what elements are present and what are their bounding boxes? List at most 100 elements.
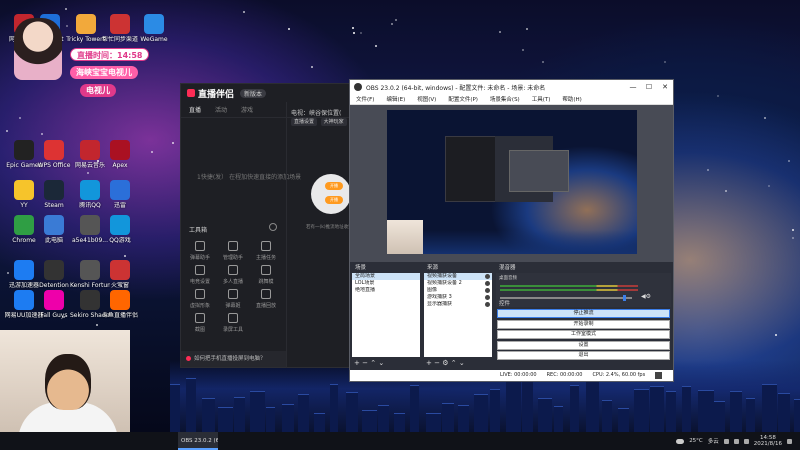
obs-menu-item[interactable]: 视图(V)	[417, 95, 436, 103]
remove-source-button[interactable]: −	[434, 359, 440, 367]
app-icon	[110, 140, 130, 160]
city-building	[250, 391, 266, 432]
zhibo-tag[interactable]: 大神玩家	[320, 118, 347, 126]
minimize-icon[interactable]: —	[625, 83, 641, 91]
city-building	[394, 412, 406, 432]
zhibo-bottom-tip[interactable]: 如何把手机直播投屏到电脑？	[181, 351, 286, 367]
obs-menu-item[interactable]: 编辑(E)	[386, 95, 405, 103]
scene-down-button[interactable]: ⌄	[378, 359, 384, 367]
obs-menu-item[interactable]: 场景集合(S)	[490, 95, 520, 103]
obs-control-button[interactable]: 设置	[497, 340, 670, 350]
volume-slider[interactable]	[500, 295, 632, 301]
scene-item[interactable]: LOL场景	[352, 280, 420, 287]
city-building	[458, 404, 469, 432]
taskbar-obs-task[interactable]: OBS 23.0.2 (64-bi...	[178, 432, 218, 450]
source-item[interactable]: 游戏捕获 3	[424, 294, 492, 301]
obs-control-button[interactable]: 工作室模式	[497, 330, 670, 339]
temperature[interactable]: 25°C	[689, 438, 703, 444]
city-building	[602, 399, 613, 432]
close-icon[interactable]: ✕	[657, 83, 673, 91]
app-icon	[110, 290, 130, 310]
cloud-icon[interactable]	[676, 438, 685, 444]
overlay-avatar	[14, 18, 62, 80]
controls-header: 控件	[499, 301, 511, 307]
city-building	[730, 391, 743, 432]
tool-icon	[195, 289, 205, 299]
volume-icon[interactable]	[733, 438, 739, 444]
remove-scene-button[interactable]: −	[362, 359, 368, 367]
obs-menu-item[interactable]: 文件(F)	[356, 95, 374, 103]
zhibo-tab[interactable]: 直播	[189, 105, 201, 114]
zhibo-tool[interactable]: 管理助手	[218, 241, 248, 267]
obs-window[interactable]: OBS 23.0.2 (64-bit, windows) - 配置文件: 未命名…	[349, 79, 674, 382]
zhibo-tab[interactable]: 游戏	[241, 105, 253, 114]
source-up-button[interactable]: ⌃	[451, 359, 457, 367]
zhibo-tool[interactable]: 多人直播	[218, 265, 248, 291]
zhibo-tool[interactable]: 跳舞模	[251, 265, 281, 291]
zhibo-tag[interactable]: 直播设置	[291, 118, 318, 126]
zhibo-tool[interactable]: 直播回放	[251, 289, 281, 315]
obs-menu-item[interactable]: 配置文件(P)	[448, 95, 478, 103]
overlay-live-time: 直播时间：14:58	[70, 48, 150, 61]
network-icon[interactable]	[723, 438, 729, 444]
obs-preview-canvas[interactable]	[387, 110, 637, 254]
zhibo-banlv-window[interactable]: 直播伴侣 新版本 直播 活动 游戏 1快捷(发） 在程加快速直接的添加场景 工具…	[180, 83, 366, 368]
city-building	[570, 385, 580, 432]
weather[interactable]: 多云	[708, 437, 719, 445]
obs-menubar: 文件(F) 编辑(E) 视图(V) 配置文件(P) 场景集合(S) 工具(T) 帮助(H)	[350, 94, 673, 105]
star	[707, 169, 710, 172]
clock[interactable]: 14:58 2021/8/16	[754, 435, 782, 447]
eye-icon[interactable]	[485, 274, 490, 279]
source-item[interactable]: 视频捕获设备	[424, 273, 492, 280]
desktop-icon[interactable]: 此电脑	[34, 215, 74, 261]
notification-icon[interactable]	[787, 438, 792, 444]
scene-up-button[interactable]: ⌃	[370, 359, 376, 367]
add-source-button[interactable]: +	[426, 359, 432, 367]
add-scene-button[interactable]: +	[354, 359, 360, 367]
obs-menu-item[interactable]: 帮助(H)	[562, 95, 581, 103]
eye-icon[interactable]	[485, 288, 490, 293]
desktop-icon-label: QQ游戏	[109, 237, 131, 244]
obs-control-button[interactable]: 退出	[497, 351, 670, 360]
desktop-icon[interactable]: QQ游戏	[100, 215, 140, 261]
scene-item[interactable]: 绝地直播	[352, 287, 420, 294]
app-icon	[80, 140, 100, 160]
maximize-icon[interactable]: ☐	[641, 83, 657, 91]
source-down-button[interactable]: ⌄	[459, 359, 465, 367]
app-icon	[44, 215, 64, 235]
zhibo-tab[interactable]: 活动	[215, 105, 227, 114]
zhibo-start-button[interactable]: 开播	[325, 182, 343, 190]
zhibo-start-button-2[interactable]: 开播	[325, 196, 343, 204]
volume-slider-knob[interactable]	[622, 295, 626, 301]
zhibo-version-badge[interactable]: 新版本	[240, 88, 267, 98]
eye-icon[interactable]	[485, 302, 490, 307]
star	[19, 116, 22, 119]
obs-control-button[interactable]: 开始录制	[497, 319, 670, 329]
zhibo-tool[interactable]: 录屏工具	[218, 313, 248, 339]
zhibo-tool[interactable]: 电竞设置	[185, 265, 215, 291]
obs-control-button[interactable]: 停止推流	[497, 309, 670, 318]
eye-icon[interactable]	[485, 281, 490, 286]
desktop-icon-label: 此电脑	[44, 237, 63, 244]
source-item[interactable]: 视频捕获设备 2	[424, 280, 492, 287]
zhibo-tool[interactable]: 主播任务	[251, 241, 281, 267]
obs-menu-item[interactable]: 工具(T)	[532, 95, 551, 103]
gear-icon[interactable]: ⚙	[442, 359, 448, 367]
scene-item[interactable]: 全局场景	[352, 273, 420, 280]
source-item[interactable]: 图像	[424, 287, 492, 294]
eye-icon[interactable]	[485, 295, 490, 300]
zhibo-tool[interactable]: 弹幕助手	[185, 241, 215, 267]
city-building	[426, 412, 441, 432]
city-building	[762, 384, 777, 432]
city-building	[378, 405, 390, 432]
speaker-icon[interactable]: ◀⚙	[641, 293, 651, 300]
zhibo-tool[interactable]: 虚拟形象	[185, 289, 215, 315]
desktop-icon-label: Detention	[39, 282, 69, 289]
gear-icon[interactable]	[269, 223, 277, 231]
input-method-icon[interactable]	[743, 438, 749, 444]
zhibo-tool[interactable]: 截图	[185, 313, 215, 339]
city-building	[714, 400, 725, 432]
zhibo-tool[interactable]: 弹幕姬	[218, 289, 248, 315]
preview-webcam	[387, 220, 423, 254]
source-item[interactable]: 显示器捕获	[424, 301, 492, 308]
